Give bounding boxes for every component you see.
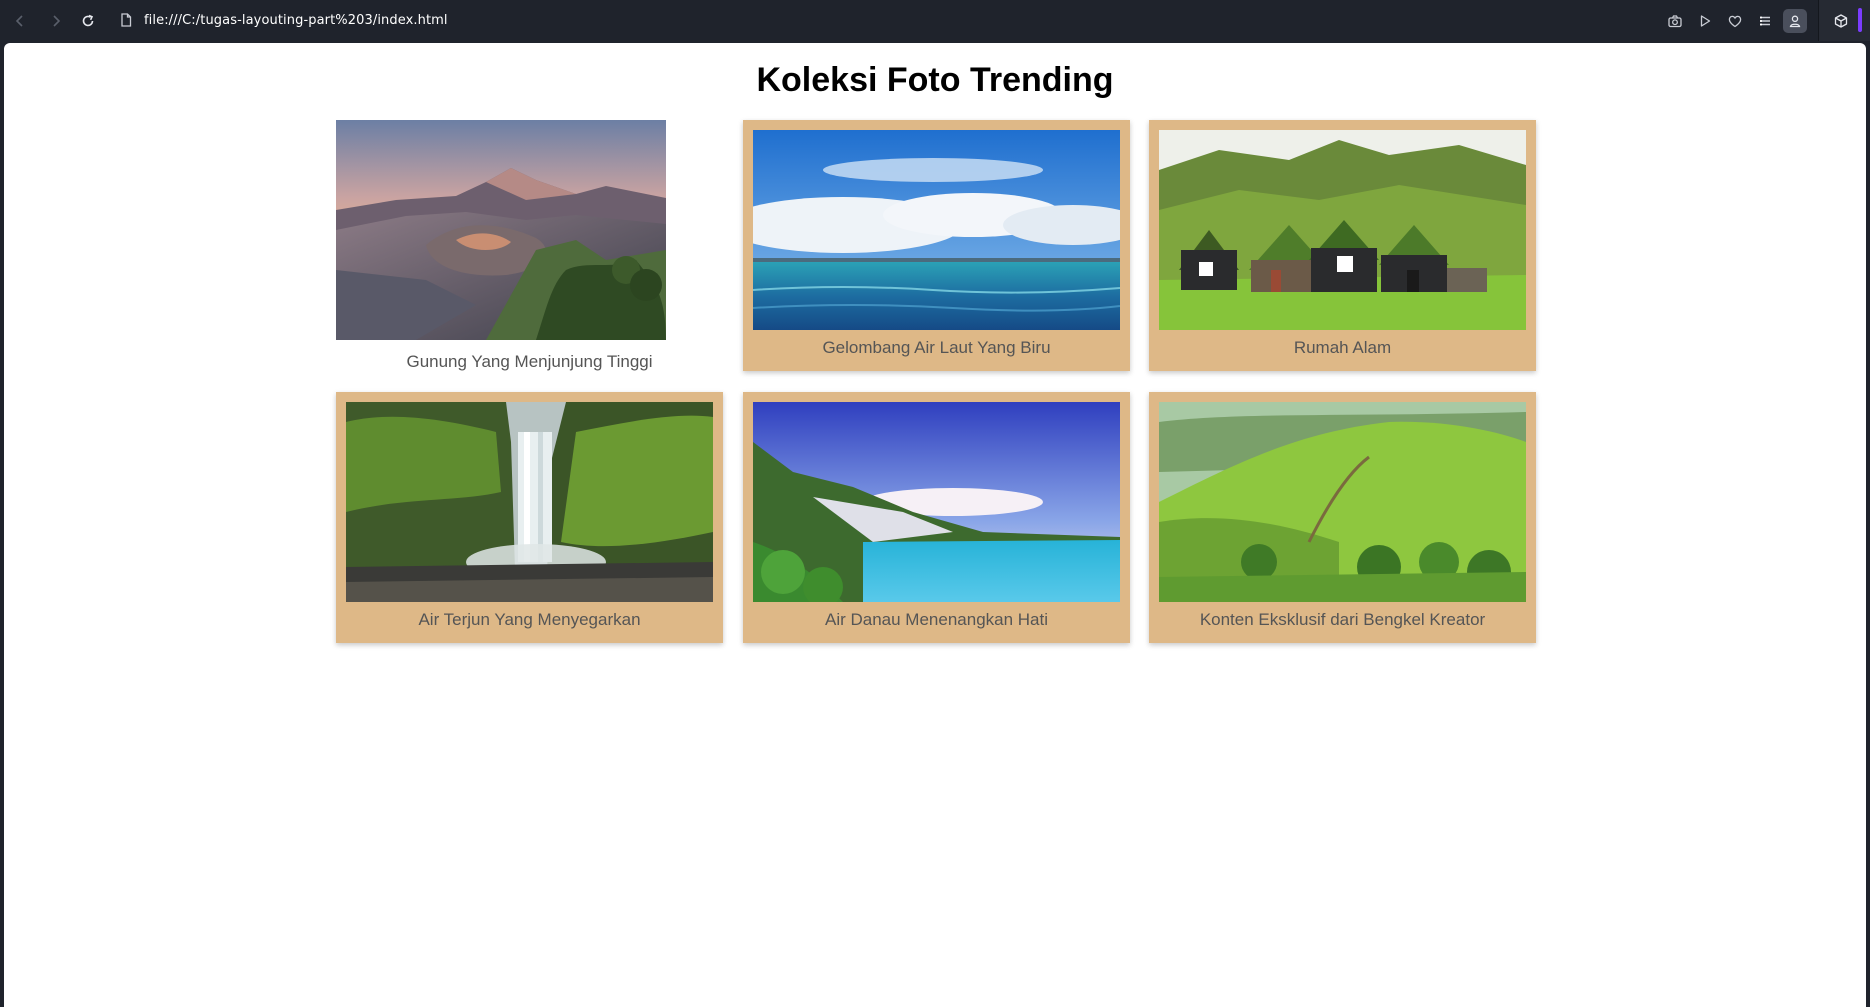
photo-caption: Gunung Yang Menjunjung Tinggi	[406, 352, 653, 371]
back-icon[interactable]	[8, 9, 32, 33]
sidebar-accent	[1858, 8, 1862, 32]
waterfall-photo	[346, 402, 713, 602]
hills-photo	[1159, 402, 1526, 602]
play-icon[interactable]	[1693, 9, 1717, 33]
photo-caption: Air Terjun Yang Menyegarkan	[418, 610, 641, 629]
photo-card-sea: Gelombang Air Laut Yang Biru	[743, 120, 1130, 371]
volcano-photo	[336, 120, 666, 340]
photo-card-lake: Air Danau Menenangkan Hati	[743, 392, 1130, 643]
sea-photo	[753, 130, 1120, 330]
page-title: Koleksi Foto Trending	[756, 61, 1114, 99]
camera-icon[interactable]	[1663, 9, 1687, 33]
page-viewport: Koleksi Foto Trending Gunung Yang Menjun…	[4, 43, 1866, 1007]
heart-icon[interactable]	[1723, 9, 1747, 33]
forward-icon[interactable]	[44, 9, 68, 33]
address-bar[interactable]: file:///C:/tugas-layouting-part%203/inde…	[118, 8, 448, 32]
houses-photo	[1159, 130, 1526, 330]
reload-icon[interactable]	[76, 9, 100, 33]
photo-card-hills: Konten Eksklusif dari Bengkel Kreator	[1149, 392, 1536, 643]
photo-caption: Air Danau Menenangkan Hati	[824, 610, 1049, 629]
extension-cube-icon[interactable]	[1829, 9, 1853, 33]
page-info-icon[interactable]	[118, 12, 134, 28]
photo-caption: Gelombang Air Laut Yang Biru	[822, 338, 1051, 357]
lake-photo	[753, 402, 1120, 602]
photo-caption: Konten Eksklusif dari Bengkel Kreator	[1199, 610, 1486, 629]
photo-card-houses: Rumah Alam	[1149, 120, 1536, 371]
photo-card-volcano: Gunung Yang Menjunjung Tinggi	[336, 120, 723, 371]
browser-toolbar: file:///C:/tugas-layouting-part%203/inde…	[0, 0, 1870, 41]
menu-icon[interactable]	[1753, 9, 1777, 33]
url-text: file:///C:/tugas-layouting-part%203/inde…	[144, 12, 448, 28]
photo-caption: Rumah Alam	[1293, 338, 1392, 357]
profile-icon[interactable]	[1783, 9, 1807, 33]
photo-card-waterfall: Air Terjun Yang Menyegarkan	[336, 392, 723, 643]
extensions-panel	[1818, 0, 1870, 41]
